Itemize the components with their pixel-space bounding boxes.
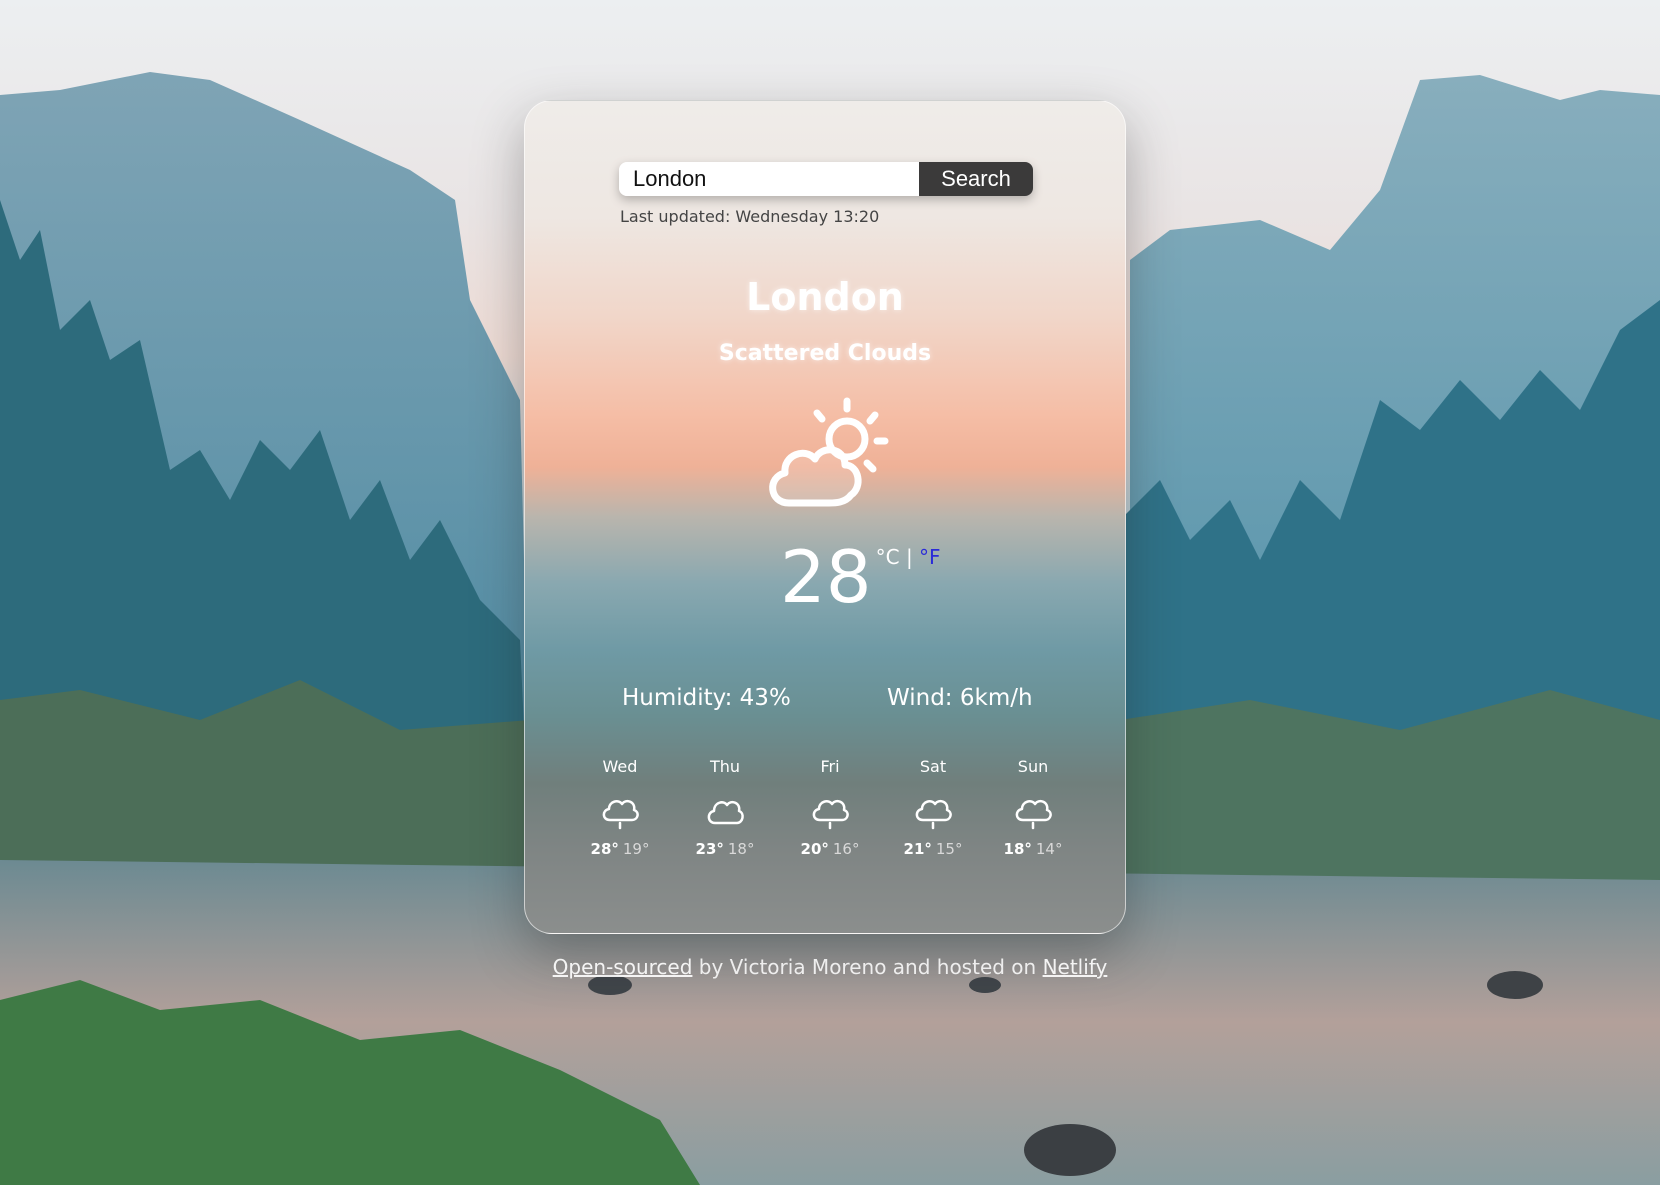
weather-card: Search Last updated: Wednesday 13:20 Lon… (524, 100, 1126, 934)
humidity-value: Humidity: 43% (622, 685, 791, 711)
forecast-temps: 28° 19° (580, 840, 660, 858)
temperature-display: 28 °C | °F (780, 541, 941, 613)
forecast-min: 18° (727, 840, 755, 858)
search-form: Search (619, 162, 1033, 196)
forecast-min: 19° (622, 840, 650, 858)
forecast-min: 15° (935, 840, 963, 858)
forecast-min: 16° (832, 840, 860, 858)
partly-cloudy-icon (769, 397, 889, 507)
forecast-day-name: Fri (820, 757, 840, 776)
footer: Open-sourced by Victoria Moreno and host… (0, 955, 1660, 979)
unit-toggle: °C | °F (876, 545, 941, 569)
rain-cloud-icon (915, 799, 952, 830)
forecast-day: Fri 20° 16° (790, 757, 870, 858)
netlify-link[interactable]: Netlify (1043, 955, 1108, 979)
forecast-temps: 23° 18° (685, 840, 765, 858)
forecast-day-name: Sat (919, 757, 947, 776)
cloud-icon (707, 800, 744, 825)
rain-cloud-icon (1015, 799, 1052, 830)
forecast-day-name: Thu (709, 757, 741, 776)
forecast-day-name: Sun (1017, 757, 1049, 776)
forecast-max: 20° (800, 840, 829, 858)
forecast-max: 28° (590, 840, 619, 858)
forecast-max: 18° (1003, 840, 1032, 858)
wind-value: Wind: 6km/h (887, 685, 1033, 711)
forecast-day: Wed 28° 19° (580, 757, 660, 858)
search-input[interactable] (619, 162, 919, 196)
forecast-temps: 18° 14° (993, 840, 1073, 858)
footer-text: by Victoria Moreno and hosted on (692, 955, 1043, 979)
open-sourced-link[interactable]: Open-sourced (553, 955, 693, 979)
forecast-day: Sat 21° 15° (893, 757, 973, 858)
search-button[interactable]: Search (919, 162, 1033, 196)
forecast-min: 14° (1035, 840, 1063, 858)
city-name: London (746, 275, 904, 319)
forecast-day: Thu 23° 18° (685, 757, 765, 858)
forecast-day: Sun 18° 14° (993, 757, 1073, 858)
forecast-day-name: Wed (602, 757, 638, 776)
rain-cloud-icon (602, 799, 639, 830)
forecast-max: 21° (903, 840, 932, 858)
celsius-unit[interactable]: °C (876, 545, 900, 569)
forecast-temps: 21° 15° (893, 840, 973, 858)
fahrenheit-link[interactable]: °F (919, 545, 941, 569)
forecast-temps: 20° 16° (790, 840, 870, 858)
weather-description: Scattered Clouds (718, 341, 932, 366)
forecast-row: Wed 28° 19° Thu 23° 18° Fri 20° 16° Sat … (580, 757, 1070, 877)
forecast-max: 23° (695, 840, 724, 858)
temperature-value: 28 (780, 535, 872, 619)
unit-separator: | (899, 545, 920, 569)
rain-cloud-icon (812, 799, 849, 830)
last-updated: Last updated: Wednesday 13:20 (620, 207, 880, 226)
